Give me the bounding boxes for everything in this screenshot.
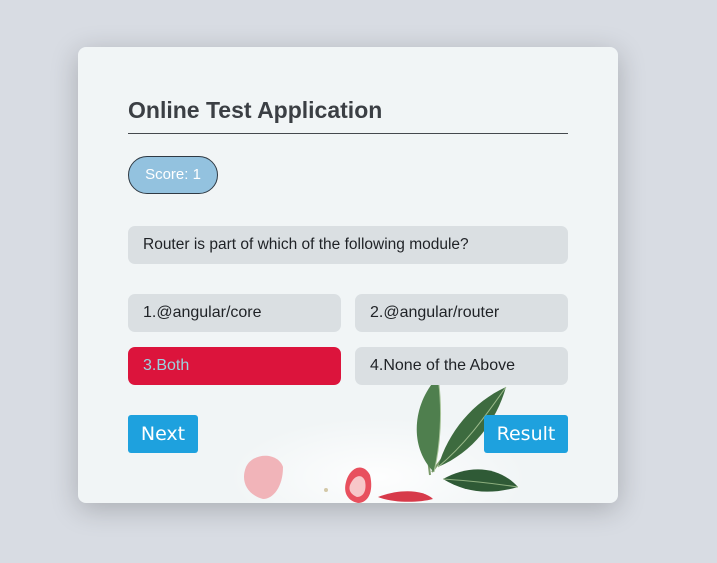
option-1[interactable]: 1.@angular/core (128, 294, 341, 332)
option-3-selected[interactable]: 3.Both (128, 347, 341, 385)
test-card: Online Test Application Score: 1 Router … (78, 47, 618, 503)
question-text: Router is part of which of the following… (128, 226, 568, 264)
option-2[interactable]: 2.@angular/router (355, 294, 568, 332)
page-title: Online Test Application (128, 97, 568, 134)
next-button[interactable]: Next (128, 415, 198, 453)
score-badge: Score: 1 (128, 156, 218, 194)
option-4[interactable]: 4.None of the Above (355, 347, 568, 385)
result-button[interactable]: Result (484, 415, 568, 453)
